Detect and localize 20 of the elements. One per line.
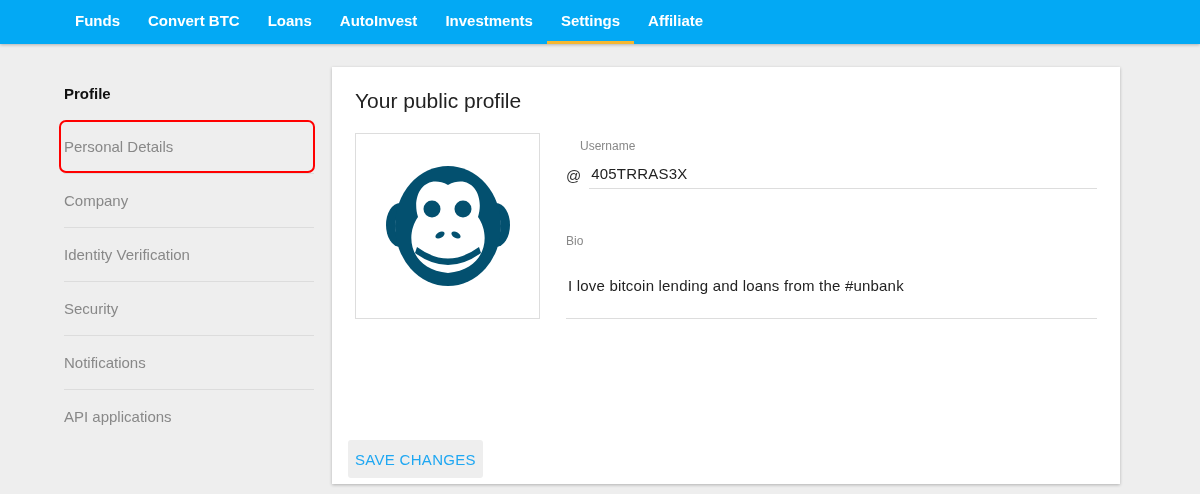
nav-tab[interactable]: Settings (546, 0, 635, 44)
monkey-icon (384, 165, 511, 287)
nav-tab[interactable]: AutoInvest (325, 0, 432, 44)
sidebar-item[interactable]: Profile (64, 85, 111, 102)
nav-tab[interactable]: Investments (431, 0, 547, 44)
sidebar-item[interactable]: Personal Details (64, 138, 174, 155)
save-button[interactable]: SAVE CHANGES (348, 440, 483, 478)
sidebar-item[interactable]: API applications (64, 408, 172, 425)
nav-tab[interactable]: Convert BTC (134, 0, 254, 44)
sidebar-item[interactable]: Company (64, 192, 129, 209)
sidebar-item[interactable]: Security (64, 300, 119, 317)
sidebar-item[interactable]: Notifications (64, 354, 146, 371)
sidebar-item[interactable]: Identity Verification (64, 246, 190, 263)
at-sign: @ (566, 166, 582, 184)
field-label: Username (580, 139, 637, 153)
section-title: Your public profile (355, 89, 523, 113)
nav-tab[interactable]: Funds (61, 0, 134, 44)
nav-tab[interactable]: Loans (253, 0, 326, 44)
nav-tab[interactable]: Affiliate (634, 0, 718, 44)
field-label: Bio (566, 234, 585, 248)
